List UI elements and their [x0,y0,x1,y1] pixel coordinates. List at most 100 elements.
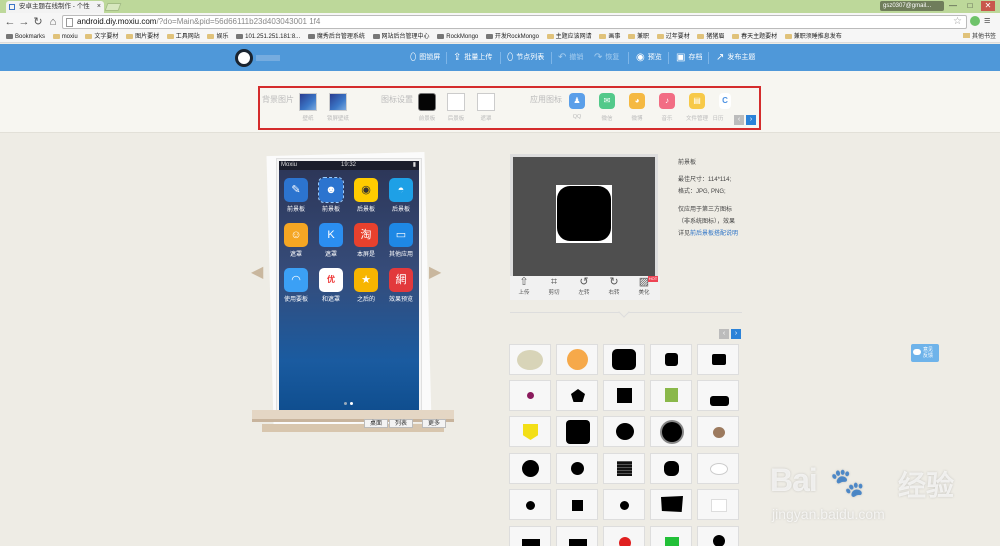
shape-option[interactable] [509,344,551,375]
phone-app-icon[interactable]: ★ [354,268,378,292]
lockscreen-button[interactable]: ⬯ 图锁屏 [410,44,440,71]
phone-app-icon[interactable]: 網 [389,268,413,292]
maximize-button[interactable]: □ [963,1,977,11]
undo-button[interactable]: ↶ 撤销 [558,44,583,71]
qq-app-icon[interactable]: ♟ [569,93,585,109]
moxiu-logo[interactable] [235,49,253,67]
minimize-button[interactable]: — [946,1,960,11]
more-tab[interactable]: 更多 [422,419,446,428]
shape-option[interactable] [556,489,598,520]
phone-app-icon[interactable]: K [319,223,343,247]
bookmark-item[interactable]: 娱乐 [207,31,228,42]
wechat-app-icon[interactable]: ✉ [599,93,615,109]
shape-option[interactable] [697,453,739,484]
phone-app-icon[interactable]: ◉ [354,178,378,202]
shape-option[interactable] [603,453,645,484]
phone-prev-arrow[interactable]: ◀ [251,262,263,282]
node-list-button[interactable]: ⬯ 节点列表 [507,44,544,71]
shape-option[interactable] [556,416,598,447]
shape-option[interactable] [650,344,692,375]
bookmark-item[interactable]: 兼职须睡推息发布 [784,31,842,42]
shape-option[interactable] [697,416,739,447]
browser-tab[interactable]: 安卓主题在线制作 - 个性 × [6,1,104,13]
batch-upload-button[interactable]: ⇪ 批量上传 [453,44,492,71]
rotate-left-tool[interactable]: ↺ 左转 [571,276,597,297]
weibo-app-icon[interactable]: ◕ [629,93,645,109]
preview-button[interactable]: ◉ 预览 [636,44,662,71]
shape-option[interactable] [603,526,645,546]
file-manager-app-icon[interactable]: ▤ [689,93,705,109]
crop-tool[interactable]: ⌗ 剪切 [541,276,567,297]
phone-app-icon[interactable]: ☺ [284,223,308,247]
bookmark-item[interactable]: 猪猪眉 [697,31,724,42]
bookmark-item[interactable]: 开发RockMongo [485,31,539,42]
account-badge[interactable]: gsz0307@gmail... [880,1,944,11]
bookmark-item[interactable]: RockMongo [437,31,478,42]
forward-button[interactable]: → [17,14,31,30]
shape-option[interactable] [603,489,645,520]
shape-grid-next-button[interactable]: › [731,329,741,339]
lock-wallpaper-thumb[interactable] [329,93,347,111]
calendar-app-icon[interactable]: C [719,93,731,109]
bookmark-item[interactable]: 工具网站 [166,31,200,42]
phone-app-icon[interactable]: ◓ [389,178,413,202]
extension-icon[interactable] [970,16,980,26]
shape-option[interactable] [509,380,551,411]
phone-next-arrow[interactable]: ▶ [429,262,441,282]
tab-close-icon[interactable]: × [97,1,101,13]
shape-option[interactable] [509,416,551,447]
shape-option[interactable] [650,416,692,447]
mask-thumb[interactable] [477,93,495,111]
shape-option[interactable] [556,453,598,484]
bookmark-item[interactable]: moxiu [52,31,78,42]
bookmark-item[interactable]: 魔秀后台管理系统 [307,31,365,42]
bookmark-item[interactable]: 过年要材 [656,31,690,42]
panel-next-button[interactable]: › [746,115,756,125]
shape-option[interactable] [603,380,645,411]
shape-option[interactable] [650,453,692,484]
music-app-icon[interactable]: ♪ [659,93,675,109]
shape-option[interactable] [509,453,551,484]
wallpaper-thumb[interactable] [299,93,317,111]
shape-option[interactable] [697,344,739,375]
bookmark-item[interactable]: 春天主题要材 [732,31,777,42]
background-board-thumb[interactable] [447,93,465,111]
close-window-button[interactable]: ✕ [981,1,995,11]
shape-option[interactable] [650,526,692,546]
publish-theme-button[interactable]: ↗ 发布主题 [716,44,755,71]
bookmark-item[interactable]: 101.251.251.181:8... [236,31,300,42]
foreground-board-thumb[interactable] [418,93,436,111]
upload-tool[interactable]: ⇧ 上传 [511,276,537,297]
other-bookmarks[interactable]: 其他书签 [959,31,996,42]
rotate-right-tool[interactable]: ↻ 右转 [601,276,627,297]
phone-app-icon[interactable]: ▭ [389,223,413,247]
shape-option[interactable] [556,344,598,375]
list-tab[interactable]: 列表 [389,419,413,428]
menu-icon[interactable]: ≡ [984,14,990,28]
shape-option[interactable] [556,526,598,546]
reload-button[interactable]: ↻ [31,14,45,30]
phone-app-icon[interactable]: 淘 [354,223,378,247]
bookmark-item[interactable]: 文字要材 [85,31,118,42]
phone-app-icon[interactable]: 优 [319,268,343,292]
bookmark-item[interactable]: 画事 [599,31,620,42]
shape-option[interactable] [603,416,645,447]
bookmark-item[interactable]: 兼职 [628,31,649,42]
help-link[interactable]: 前后景板搭配说明 [690,231,738,237]
phone-app-icon[interactable]: ✎ [284,178,308,202]
shape-option[interactable] [650,380,692,411]
panel-prev-button[interactable]: ‹ [734,115,744,125]
shape-option[interactable] [509,489,551,520]
shape-grid-prev-button[interactable]: ‹ [719,329,729,339]
bookmark-item[interactable]: 主题应该网请 [546,31,592,42]
bookmark-item[interactable]: Bookmarks [6,31,45,42]
shape-option[interactable] [509,526,551,546]
address-bar[interactable]: android.diy.moxiu.com/?do=Main&pid=56d66… [62,15,967,29]
save-draft-button[interactable]: ▣ 存档 [676,44,702,71]
shape-option[interactable] [603,344,645,375]
phone-app-icon[interactable]: ☻ [318,177,344,203]
bookmark-item[interactable]: 图片要材 [126,31,159,42]
shape-option[interactable] [697,526,739,546]
desktop-tab[interactable]: 桌面 [364,419,388,428]
shape-option[interactable] [556,380,598,411]
